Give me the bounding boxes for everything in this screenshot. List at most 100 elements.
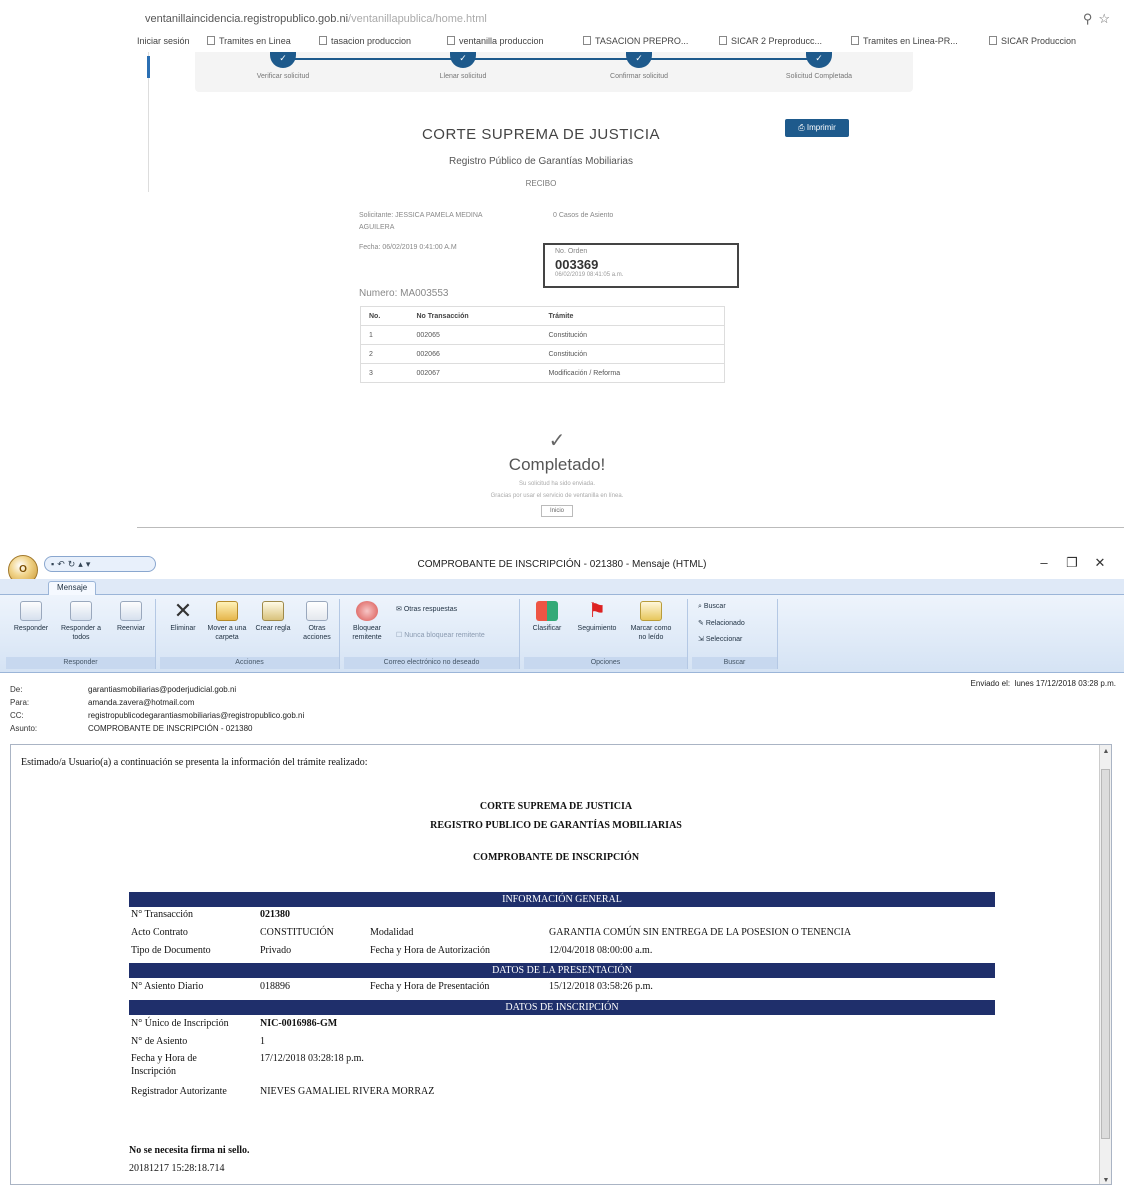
reply-button[interactable]: Responder bbox=[8, 601, 54, 633]
bookmark-item[interactable]: Tramites en Linea bbox=[207, 36, 291, 46]
select-button[interactable]: ⇲ Seleccionar bbox=[698, 635, 742, 643]
bookmark-item[interactable]: tasacion produccion bbox=[319, 36, 411, 46]
timestamp: 20181217 15:28:18.714 bbox=[129, 1163, 225, 1174]
address-bar[interactable]: ventanillaincidencia.registropublico.gob… bbox=[137, 8, 1124, 32]
related-button[interactable]: ✎ Relacionado bbox=[698, 619, 745, 627]
unique-number-label: N° Único de Inscripción bbox=[131, 1018, 229, 1029]
bookmark-item[interactable]: ventanilla produccion bbox=[447, 36, 544, 46]
sent-date: Enviado el: lunes 17/12/2018 03:28 p.m. bbox=[970, 679, 1116, 688]
zoom-icon[interactable]: ⚲ bbox=[1083, 11, 1099, 26]
document-type-value: Privado bbox=[260, 945, 292, 956]
checkbox-icon: ☐ bbox=[396, 632, 405, 639]
categorize-button[interactable]: Clasificar bbox=[524, 601, 570, 633]
check-icon: ✓ bbox=[450, 52, 476, 68]
completion-message: Su solicitud ha sido enviada. bbox=[518, 481, 596, 487]
scroll-thumb[interactable] bbox=[1101, 769, 1110, 1139]
follow-up-button[interactable]: ⚑ Seguimiento bbox=[574, 601, 620, 633]
to-address[interactable]: amanda.zavera@hotmail.com bbox=[88, 698, 194, 707]
row-daily-entry: N° Asiento Diario 018896 Fecha y Hora de… bbox=[129, 981, 995, 995]
delete-button[interactable]: ✕ Eliminar bbox=[160, 598, 206, 633]
url-domain: ventanillaincidencia.registropublico.gob… bbox=[145, 13, 349, 25]
modality-label: Modalidad bbox=[370, 927, 414, 938]
row-entry-number: N° de Asiento 1 bbox=[129, 1036, 995, 1050]
row-document-type: Tipo de Documento Privado Fecha y Hora d… bbox=[129, 945, 995, 959]
registration-date-value: 17/12/2018 03:28:18 p.m. bbox=[260, 1053, 364, 1064]
table-cell: Constitución bbox=[540, 325, 725, 345]
from-address[interactable]: garantiasmobiliarias@poderjudicial.gob.n… bbox=[88, 685, 236, 694]
registry-title: Registro Público de Garantías Mobiliaria… bbox=[449, 156, 633, 167]
outlook-message-window: O ▪↶↻▴▾ COMPROBANTE DE INSCRIPCIÓN - 021… bbox=[0, 549, 1124, 1185]
group-actions: ✕ Eliminar Mover a una carpeta Crear regl… bbox=[160, 599, 340, 669]
close-icon[interactable]: ✕ bbox=[1086, 555, 1114, 571]
home-button[interactable]: Inicio bbox=[540, 505, 573, 517]
bookmark-item[interactable]: SICAR 2 Preproducc... bbox=[719, 36, 822, 46]
table-cell: 002066 bbox=[408, 344, 541, 364]
step-label: Verificar solicitud bbox=[256, 73, 310, 80]
cc-label: CC: bbox=[10, 711, 24, 720]
order-caption: No. Orden bbox=[555, 248, 588, 255]
never-block-checkbox[interactable]: ☐ Nunca bloquear remitente bbox=[396, 631, 485, 639]
other-actions-button[interactable]: Otras acciones bbox=[294, 601, 340, 642]
minimize-icon[interactable]: – bbox=[1030, 555, 1058, 570]
contract-label: Acto Contrato bbox=[131, 927, 188, 938]
step-label: Confirmar solicitud bbox=[610, 73, 668, 80]
reply-all-button[interactable]: Responder a todos bbox=[58, 601, 104, 642]
bookmark-item[interactable]: Tramites en Linea-PR... bbox=[851, 36, 958, 46]
presentation-value: 15/12/2018 03:58:26 p.m. bbox=[549, 981, 653, 992]
scroll-down-icon[interactable]: ▼ bbox=[1100, 1176, 1111, 1184]
table-cell: 002067 bbox=[408, 363, 541, 383]
table-cell: Constitución bbox=[540, 344, 725, 364]
modality-value: GARANTIA COMÚN SIN ENTREGA DE LA POSESIO… bbox=[549, 927, 852, 938]
registry-heading: REGISTRO PUBLICO DE GARANTÍAS MOBILIARIA… bbox=[430, 820, 682, 831]
table-header: No Transacción bbox=[408, 306, 541, 326]
table-row: 2 002066 Constitución bbox=[360, 344, 725, 364]
page-icon bbox=[851, 36, 859, 45]
registrar-label: Registrador Autorizante bbox=[131, 1086, 227, 1097]
completion-thanks: Gracias por usar el servicio de ventanil… bbox=[490, 493, 624, 499]
row-registrar: Registrador Autorizante NIEVES GAMALIEL … bbox=[129, 1086, 995, 1100]
completion-panel: ✓ Completado! Su solicitud ha sido envia… bbox=[437, 428, 677, 517]
find-button[interactable]: ⌕ Buscar bbox=[698, 603, 726, 611]
document-icon bbox=[306, 601, 328, 621]
move-to-folder-button[interactable]: Mover a una carpeta bbox=[204, 601, 250, 642]
page-icon bbox=[583, 36, 591, 45]
tab-message[interactable]: Mensaje bbox=[48, 581, 97, 595]
categories-icon bbox=[536, 601, 558, 621]
create-rule-button[interactable]: Crear regla bbox=[250, 601, 296, 633]
group-options: Clasificar ⚑ Seguimiento Marcar como no l… bbox=[524, 599, 688, 669]
completion-title: Completado! bbox=[508, 455, 606, 474]
row-transaction: N° Transacción 021380 bbox=[129, 909, 995, 923]
court-heading: CORTE SUPREMA DE JUSTICIA bbox=[479, 801, 633, 812]
select-icon: ⇲ bbox=[698, 636, 706, 643]
check-icon: ✓ bbox=[270, 52, 296, 68]
restore-icon[interactable]: ❐ bbox=[1058, 555, 1086, 571]
mark-unread-button[interactable]: Marcar como no leído bbox=[628, 601, 674, 642]
bookmark-item[interactable]: Iniciar sesión bbox=[137, 36, 190, 46]
delete-icon: ✕ bbox=[173, 598, 193, 623]
bookmark-item[interactable]: TASACION PREPRO... bbox=[583, 36, 688, 46]
related-icon: ✎ bbox=[698, 620, 706, 627]
scroll-up-icon[interactable]: ▲ bbox=[1100, 747, 1111, 755]
vertical-scrollbar[interactable]: ▲ ▼ bbox=[1099, 745, 1111, 1184]
forward-button[interactable]: Reenviar bbox=[108, 601, 154, 633]
group-label: Acciones bbox=[160, 657, 339, 669]
page-icon bbox=[989, 36, 997, 45]
print-button[interactable]: ⎙ Imprimir bbox=[785, 119, 849, 137]
page-icon bbox=[319, 36, 327, 45]
cc-address[interactable]: registropublicodegarantiasmobiliarias@re… bbox=[88, 711, 304, 720]
block-sender-button[interactable]: Bloquear remitente bbox=[344, 601, 390, 642]
bookmark-star-icon[interactable]: ☆ bbox=[1098, 11, 1116, 26]
applicant-line-2: AGUILERA bbox=[359, 224, 395, 231]
receipt-card: CORTE SUPREMA DE JUSTICIA Registro Públi… bbox=[201, 114, 881, 414]
envelope-icon: ✉ bbox=[396, 606, 404, 613]
row-registration-date-cont: Inscripción bbox=[129, 1066, 995, 1080]
bookmark-item[interactable]: SICAR Produccion bbox=[989, 36, 1076, 46]
order-number-box: No. Orden 003369 06/02/2019 08:41:05 a.m… bbox=[543, 243, 739, 288]
page-icon bbox=[207, 36, 215, 45]
daily-entry-label: N° Asiento Diario bbox=[131, 981, 204, 992]
case-count: 0 Casos de Asiento bbox=[553, 212, 614, 219]
subject: COMPROBANTE DE INSCRIPCIÓN - 021380 bbox=[88, 724, 253, 733]
table-header: No. bbox=[360, 306, 409, 326]
other-responses-button[interactable]: ✉ Otras respuestas bbox=[396, 605, 457, 613]
table-row: 3 002067 Modificación / Reforma bbox=[360, 363, 725, 383]
